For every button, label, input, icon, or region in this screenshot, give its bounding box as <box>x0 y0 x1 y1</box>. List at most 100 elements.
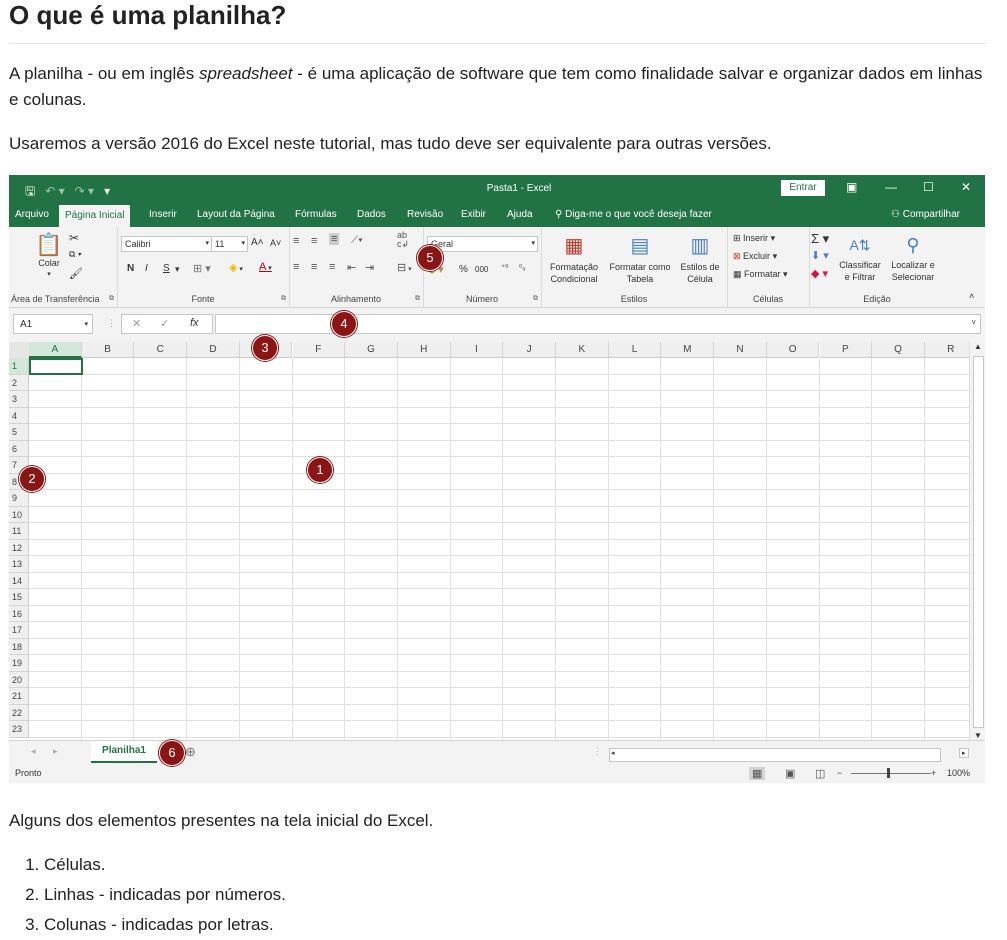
align-middle-icon[interactable]: ≡ <box>311 235 317 247</box>
horizontal-scrollbar[interactable]: ◂ <box>609 748 941 762</box>
row-header-11[interactable]: 11 <box>9 523 29 540</box>
tab-revisao[interactable]: Revisão <box>407 209 443 220</box>
ribbon-display-icon[interactable]: ▣ <box>846 180 857 194</box>
shrink-font-icon[interactable]: A˅ <box>270 238 281 248</box>
font-color-icon[interactable]: A ▾ <box>259 261 272 273</box>
copy-icon[interactable]: ⧉ ▾ <box>69 249 82 260</box>
row-header-19[interactable]: 19 <box>9 655 29 672</box>
expand-formula-icon[interactable]: ˅ <box>971 318 976 327</box>
sheet-tab[interactable]: Planilha1 <box>91 741 157 763</box>
row-header-6[interactable]: 6 <box>9 440 29 457</box>
row-header-2[interactable]: 2 <box>9 374 29 391</box>
scroll-down-icon[interactable]: ▼ <box>974 731 982 740</box>
clipboard-launcher-icon[interactable]: ⧉ <box>109 295 114 303</box>
align-bottom-icon[interactable]: ≡ <box>329 233 340 245</box>
tab-inserir[interactable]: Inserir <box>149 209 177 220</box>
column-header-a[interactable]: A <box>29 342 82 358</box>
tab-formulas[interactable]: Fórmulas <box>295 209 337 220</box>
borders-icon[interactable]: ⊞ ▾ <box>193 262 211 275</box>
clear-icon[interactable]: ◆ ▾ <box>811 267 828 280</box>
row-header-21[interactable]: 21 <box>9 688 29 705</box>
align-center-icon[interactable]: ≡ <box>311 261 317 273</box>
name-box[interactable]: A1 ▾ <box>13 314 93 334</box>
fill-color-icon[interactable]: ◈ ▾ <box>229 261 243 274</box>
row-header-14[interactable]: 14 <box>9 572 29 589</box>
scroll-left-icon[interactable]: ◂ <box>611 749 615 757</box>
row-header-12[interactable]: 12 <box>9 539 29 556</box>
wrap-text-icon[interactable]: ab c↲ <box>397 231 409 249</box>
decrease-decimal-icon[interactable]: ⁰₀ <box>519 263 526 272</box>
column-header-c[interactable]: C <box>134 342 188 358</box>
increase-indent-icon[interactable]: ⇥ <box>365 261 374 274</box>
select-all-corner[interactable] <box>9 342 30 359</box>
font-launcher-icon[interactable]: ⧉ <box>281 295 286 303</box>
chevron-down-icon[interactable]: ▾ <box>175 264 180 275</box>
tab-pagina-inicial[interactable]: Página Inicial <box>59 205 131 227</box>
column-header-d[interactable]: D <box>187 342 240 358</box>
close-icon[interactable]: ✕ <box>961 180 971 194</box>
tab-layout[interactable]: Layout da Página <box>197 209 275 220</box>
row-header-15[interactable]: 15 <box>9 589 29 606</box>
prev-sheet-icon[interactable]: ◂ <box>31 746 36 757</box>
column-header-f[interactable]: F <box>292 342 346 358</box>
page-layout-view-icon[interactable]: ▣ <box>785 767 795 780</box>
share-button[interactable]: ⚇ Compartilhar <box>891 209 960 220</box>
row-header-17[interactable]: 17 <box>9 622 29 639</box>
maximize-icon[interactable]: ☐ <box>923 180 934 194</box>
tell-me-box[interactable]: ⚲ Diga-me o que você deseja fazer <box>555 209 712 220</box>
column-header-n[interactable]: N <box>714 342 767 358</box>
next-sheet-icon[interactable]: ▸ <box>53 746 58 757</box>
merge-center-icon[interactable]: ⊟ ▾ <box>397 261 412 274</box>
underline-button[interactable]: S <box>163 263 170 274</box>
thousands-button[interactable]: 000 <box>475 265 488 274</box>
format-cells-button[interactable]: ▦ Formatar ▾ <box>733 269 788 280</box>
worksheet-grid[interactable]: ABCDEFGHIJKLMNOPQR1234567891011121314151… <box>9 342 969 740</box>
number-format-select[interactable]: Geral ▾ <box>427 236 538 252</box>
insert-cells-button[interactable]: ⊞ Inserir ▾ <box>733 233 775 244</box>
row-header-4[interactable]: 4 <box>9 407 29 424</box>
cancel-entry-icon[interactable]: ✕ <box>132 317 141 330</box>
sign-in-button[interactable]: Entrar <box>781 180 825 196</box>
tab-ajuda[interactable]: Ajuda <box>507 209 533 220</box>
page-break-view-icon[interactable]: ◫ <box>815 767 825 780</box>
column-header-r[interactable]: R <box>924 342 969 358</box>
row-header-22[interactable]: 22 <box>9 704 29 721</box>
paste-button[interactable]: 📋 Colar ▾ <box>33 233 65 281</box>
vertical-scroll-thumb[interactable] <box>973 356 984 728</box>
row-header-18[interactable]: 18 <box>9 638 29 655</box>
zoom-level[interactable]: 100% <box>947 768 970 778</box>
delete-cells-button[interactable]: ⊠ Excluir ▾ <box>733 251 777 262</box>
tab-arquivo[interactable]: Arquivo <box>15 209 49 220</box>
undo-icon[interactable]: ↶ ▾ <box>45 184 64 198</box>
customize-qat-icon[interactable]: ▾ <box>104 184 110 198</box>
column-header-g[interactable]: G <box>345 342 398 358</box>
row-header-1[interactable]: 1 <box>9 358 29 375</box>
decrease-indent-icon[interactable]: ⇤ <box>347 261 356 274</box>
row-header-16[interactable]: 16 <box>9 605 29 622</box>
row-header-20[interactable]: 20 <box>9 671 29 688</box>
row-header-3[interactable]: 3 <box>9 391 29 408</box>
tab-dados[interactable]: Dados <box>357 209 386 220</box>
increase-decimal-icon[interactable]: ⁺⁰ <box>501 263 508 272</box>
fill-icon[interactable]: ⬇ ▾ <box>811 249 829 262</box>
row-header-10[interactable]: 10 <box>9 506 29 523</box>
formula-input[interactable]: ˅ <box>215 314 981 334</box>
column-header-q[interactable]: Q <box>872 342 925 358</box>
row-header-9[interactable]: 9 <box>9 490 29 507</box>
column-header-b[interactable]: B <box>81 342 135 358</box>
number-launcher-icon[interactable]: ⧉ <box>533 295 538 303</box>
format-painter-icon[interactable]: 🖌 <box>69 267 83 280</box>
autosum-icon[interactable]: Σ ▾ <box>811 231 829 247</box>
zoom-in-icon[interactable]: + <box>931 768 936 778</box>
vertical-scrollbar[interactable]: ▲ ▼ <box>969 342 985 740</box>
orientation-icon[interactable]: ⟋▾ <box>351 235 363 246</box>
align-right-icon[interactable]: ≡ <box>329 261 335 273</box>
collapse-ribbon-icon[interactable]: ˄ <box>969 291 974 301</box>
font-name-select[interactable]: Calibri ▾ <box>121 236 212 252</box>
conditional-formatting-button[interactable]: ▦ Formatação Condicional <box>543 231 605 285</box>
percent-button[interactable]: % <box>459 264 468 275</box>
sort-filter-button[interactable]: A⇅ Classificar e Filtrar <box>837 231 883 283</box>
save-icon[interactable]: 🖫 <box>25 184 35 198</box>
insert-function-icon[interactable]: fx <box>190 317 199 329</box>
minimize-icon[interactable]: — <box>885 180 897 194</box>
